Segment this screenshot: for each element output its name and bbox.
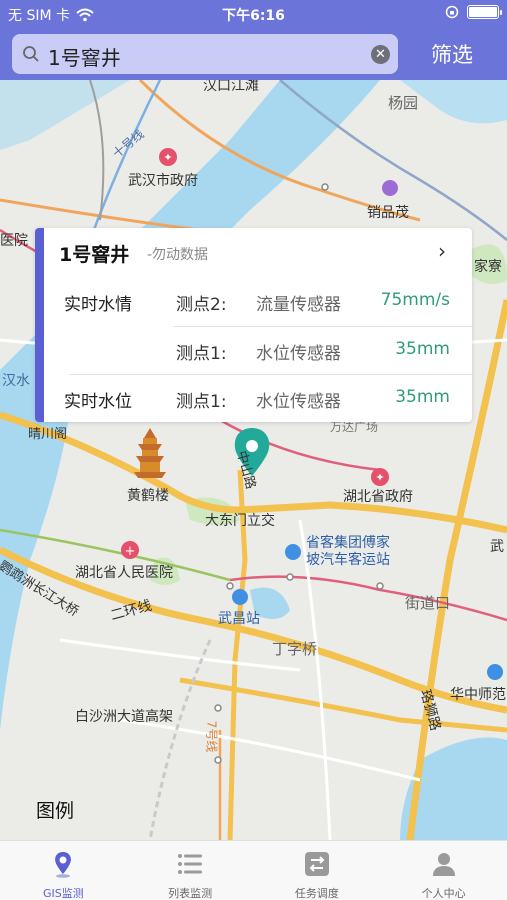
card-title: 1号窨井 <box>59 244 130 266</box>
status-right <box>445 5 502 19</box>
map-label-wu-right: 武 <box>490 539 504 555</box>
card-subtitle: -勿动数据 <box>147 247 209 263</box>
svg-text:✦: ✦ <box>163 151 172 164</box>
row-point: 测点1: <box>176 344 227 364</box>
battery-icon <box>467 5 502 19</box>
map-label-yangyuan: 杨园 <box>388 94 419 112</box>
map-label-jiedaokou: 街道口 <box>405 594 451 612</box>
row-value: 35mm <box>395 339 450 359</box>
map-label-jiamu: 家寮 <box>474 259 502 275</box>
tab-list[interactable]: 列表监测 <box>127 841 254 900</box>
row-value: 35mm <box>395 387 450 407</box>
row-sensor: 水位传感器 <box>256 344 341 364</box>
location-pin-icon <box>55 852 72 878</box>
map-label-hankou-jiangtan: 汉口江滩 <box>203 80 259 94</box>
orientation-lock-icon <box>445 5 459 19</box>
map-label-yellow-crane: 黄鹤楼 <box>127 488 169 504</box>
tab-task-dispatch[interactable]: 任务调度 <box>254 841 381 900</box>
status-bar: 无 SIM 卡 下午6:16 <box>0 0 507 28</box>
filter-button[interactable]: 筛选 <box>412 39 492 69</box>
row-divider <box>69 374 472 375</box>
tab-gis[interactable]: GIS监测 <box>0 841 127 900</box>
task-swap-icon <box>304 852 329 876</box>
tab-label: 列表监测 <box>168 887 213 900</box>
row-value: 75mm/s <box>380 290 450 310</box>
row-point: 测点2: <box>176 295 227 315</box>
top-header: 无 SIM 卡 下午6:16 1号窨井 ✕ 筛选 <box>0 0 507 80</box>
tab-label: GIS监测 <box>42 887 84 900</box>
row-sensor: 流量传感器 <box>256 295 341 315</box>
search-icon <box>23 46 39 62</box>
map-label-dingziqiao: 丁字桥 <box>272 640 318 658</box>
map-label-wuhan-gov: 武汉市政府 <box>128 173 198 189</box>
svg-text:✦: ✦ <box>375 471 384 484</box>
map-view[interactable]: ✦ ✦ + 汉口江滩 杨园 十号线 武汉市政府 销品茂 医院 家寮 汉水 晴川阁… <box>0 80 507 840</box>
row-label: 实时水情 <box>64 295 132 315</box>
map-label-xiaopinmao: 销品茂 <box>367 205 409 221</box>
legend-button[interactable]: 图例 <box>36 796 74 823</box>
map-label-provincial-bus: 省客集团傅家坡汽车客运站 <box>306 535 390 568</box>
search-query: 1号窨井 <box>48 46 121 70</box>
svg-text:+: + <box>125 544 136 559</box>
map-label-hubei-gov: 湖北省政府 <box>343 489 413 505</box>
clear-icon[interactable]: ✕ <box>371 45 390 64</box>
person-icon <box>432 853 455 876</box>
card-accent-bar <box>35 228 44 422</box>
tab-label: 任务调度 <box>294 887 339 900</box>
map-label-hanshui: 汉水 <box>2 373 30 389</box>
map-label-hospital-left: 医院 <box>0 233 28 249</box>
list-icon <box>178 854 203 874</box>
map-label-hubei-hospital: 湖北省人民医院 <box>75 565 173 581</box>
map-label-line7: 7号线 <box>204 720 219 753</box>
row-point: 测点1: <box>176 392 227 412</box>
bottom-tab-bar: GIS监测 列表监测 任务调度 个人中心 <box>0 840 507 900</box>
status-time: 下午6:16 <box>222 8 285 24</box>
map-label-qingchuan: 晴川阁 <box>28 427 68 442</box>
tab-label: 个人中心 <box>421 887 466 900</box>
search-input[interactable]: 1号窨井 ✕ <box>12 34 398 74</box>
map-label-wuchang-station: 武昌站 <box>218 611 260 627</box>
map-label-dadongmen: 大东门立交 <box>205 513 275 529</box>
manhole-info-card[interactable]: 1号窨井 -勿动数据 › 实时水情 测点2: 流量传感器 75mm/s 测点1:… <box>35 228 472 422</box>
chevron-right-icon[interactable]: › <box>438 239 446 263</box>
tab-profile[interactable]: 个人中心 <box>380 841 507 900</box>
row-divider <box>173 326 472 327</box>
map-label-central-china-normal: 华中师范 <box>450 687 506 703</box>
row-label: 实时水位 <box>64 392 132 412</box>
map-label-baishazhou: 白沙洲大道高架 <box>75 709 173 725</box>
row-sensor: 水位传感器 <box>256 392 341 412</box>
